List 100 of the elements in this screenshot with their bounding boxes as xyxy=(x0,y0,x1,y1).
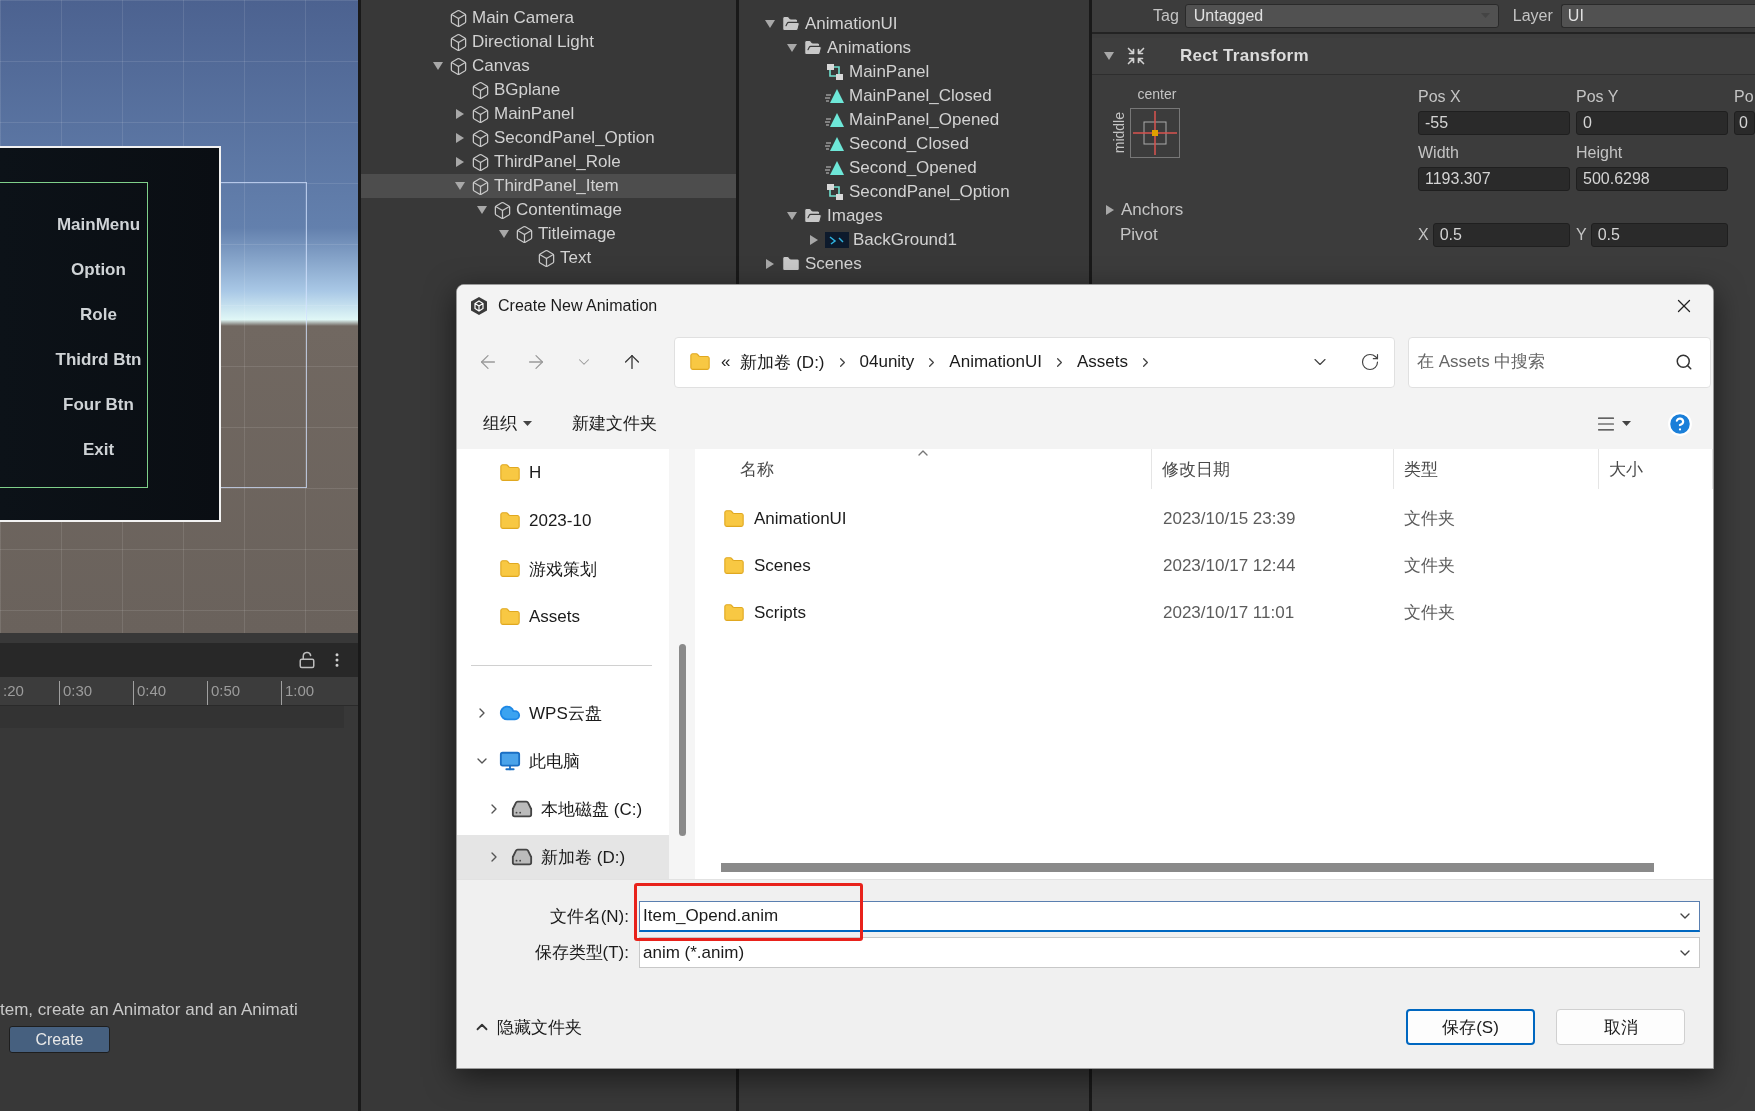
file-type-dropdown[interactable]: anim (*.anim) xyxy=(639,937,1700,968)
column-header[interactable]: 大小 xyxy=(1599,449,1713,489)
foldout-arrow-icon[interactable] xyxy=(455,109,465,119)
foldout-arrow-icon[interactable] xyxy=(455,133,465,143)
foldout-arrow-icon[interactable] xyxy=(787,43,797,53)
create-button[interactable]: Create xyxy=(9,1026,110,1053)
hierarchy-item[interactable]: Contentimage xyxy=(361,198,736,222)
hierarchy-item[interactable]: SecondPanel_Option xyxy=(361,126,736,150)
nav-pane-item[interactable]: 此电脑 xyxy=(457,737,669,785)
foldout-arrow-icon[interactable] xyxy=(765,19,775,29)
foldout-arrow-icon[interactable] xyxy=(499,229,509,239)
breadcrumb[interactable]: AnimationUI xyxy=(949,352,1042,372)
hierarchy-item[interactable]: ThirdPanel_Item xyxy=(361,174,736,198)
path-overflow[interactable]: « xyxy=(721,352,731,372)
foldout-arrow-icon[interactable] xyxy=(809,235,819,245)
column-header[interactable]: 类型 xyxy=(1394,449,1599,489)
hierarchy-item[interactable]: Canvas xyxy=(361,54,736,78)
project-item[interactable]: Second_Opened xyxy=(739,156,1089,180)
axis-label: X xyxy=(1418,226,1429,244)
tag-dropdown[interactable]: Untagged xyxy=(1184,4,1499,28)
time-label: :20 xyxy=(2,681,25,701)
search-field[interactable]: 在 Assets 中搜索 xyxy=(1408,336,1711,388)
project-item[interactable]: Images xyxy=(739,204,1089,228)
project-item[interactable]: MainPanel_Closed xyxy=(739,84,1089,108)
foldout-arrow-icon[interactable] xyxy=(455,157,465,167)
file-row[interactable]: AnimationUI 2023/10/15 23:39 文件夹 xyxy=(695,495,1713,542)
number-field[interactable]: 0 xyxy=(1734,111,1755,135)
nav-pane-item[interactable]: 游戏策划 xyxy=(457,545,669,593)
help-icon[interactable] xyxy=(1667,410,1693,437)
project-item[interactable]: BackGround1 xyxy=(739,228,1089,252)
caret-icon xyxy=(1622,420,1631,427)
breadcrumb[interactable]: 04unity xyxy=(859,352,915,372)
foldout-arrow-icon[interactable] xyxy=(787,211,797,221)
search-icon[interactable] xyxy=(1675,352,1693,371)
layer-dropdown[interactable]: UI xyxy=(1560,4,1755,28)
breadcrumb[interactable]: 新加卷 (D:) xyxy=(740,350,825,374)
nav-pane-item[interactable]: H xyxy=(457,449,669,497)
file-name-field[interactable]: Item_Opend.anim xyxy=(639,901,1700,932)
folder-icon xyxy=(689,351,711,373)
anchor-preset-icon[interactable] xyxy=(1130,108,1180,158)
hierarchy-item[interactable]: MainPanel xyxy=(361,102,736,126)
cancel-button[interactable]: 取消 xyxy=(1556,1009,1685,1045)
time-label: 0:30 xyxy=(59,681,133,705)
file-row[interactable]: Scripts 2023/10/17 11:01 文件夹 xyxy=(695,589,1713,636)
foldout-arrow-icon[interactable] xyxy=(1105,205,1115,215)
refresh-icon[interactable] xyxy=(1360,352,1380,372)
organize-menu[interactable]: 组织 xyxy=(477,408,538,439)
nav-pane-item[interactable]: WPS云盘 xyxy=(457,689,669,737)
column-header[interactable]: 修改日期 xyxy=(1152,449,1394,489)
modified-date: 2023/10/17 11:01 xyxy=(1162,602,1296,623)
project-item[interactable]: Scenes xyxy=(739,252,1089,276)
number-field[interactable]: 1193.307 xyxy=(1418,167,1570,191)
hide-folders-toggle[interactable]: 隐藏文件夹 xyxy=(469,1011,586,1043)
cube-icon xyxy=(449,56,468,76)
number-field[interactable]: 500.6298 xyxy=(1576,167,1728,191)
number-field[interactable]: 0.5 xyxy=(1432,223,1570,247)
hierarchy-item[interactable]: Text xyxy=(361,246,736,270)
project-item[interactable]: AnimationUI xyxy=(739,12,1089,36)
breadcrumb[interactable]: Assets xyxy=(1076,352,1128,372)
scrollbar[interactable] xyxy=(669,449,695,879)
file-name: Scenes xyxy=(695,554,1152,577)
hierarchy-item[interactable]: Main Camera xyxy=(361,6,736,30)
foldout-arrow-icon[interactable] xyxy=(455,181,465,191)
foldout-arrow-icon[interactable] xyxy=(765,259,775,269)
anchor-label: center xyxy=(1137,86,1177,102)
menu-label: Option xyxy=(71,260,126,280)
number-field[interactable]: -55 xyxy=(1418,111,1570,135)
foldout-arrow-icon[interactable] xyxy=(477,205,487,215)
address-bar[interactable]: « 新加卷 (D:) 04unity AnimationUI Assets xyxy=(674,336,1395,388)
foldout-arrow-icon[interactable] xyxy=(433,61,443,71)
anchors-label[interactable]: Anchors xyxy=(1121,200,1184,220)
project-item[interactable]: MainPanel xyxy=(739,60,1089,84)
hierarchy-item[interactable]: BGplane xyxy=(361,78,736,102)
lock-icon[interactable] xyxy=(298,651,316,669)
foldout-arrow-icon[interactable] xyxy=(1104,51,1114,61)
nav-pane-item[interactable]: 本地磁盘 (C:) xyxy=(457,785,669,833)
project-item[interactable]: Second_Closed xyxy=(739,132,1089,156)
nav-pane-item[interactable]: 2023-10 xyxy=(457,497,669,545)
new-folder-button[interactable]: 新建文件夹 xyxy=(566,408,663,439)
number-field[interactable]: 0.5 xyxy=(1590,223,1728,247)
drive-icon xyxy=(511,846,533,868)
animator-controller-icon xyxy=(825,182,845,202)
project-item[interactable]: Animations xyxy=(739,36,1089,60)
nav-pane-item[interactable]: Assets xyxy=(457,593,669,641)
nav-pane-item[interactable]: 新加卷 (D:) xyxy=(457,835,669,879)
folder-icon xyxy=(499,606,521,628)
image-thumbnail-icon xyxy=(825,232,849,248)
number-field[interactable]: 0 xyxy=(1576,111,1728,135)
menu-label: Role xyxy=(80,305,117,325)
file-row[interactable]: Scenes 2023/10/17 12:44 文件夹 xyxy=(695,542,1713,589)
hierarchy-item[interactable]: ThirdPanel_Role xyxy=(361,150,736,174)
modified-date: 2023/10/17 12:44 xyxy=(1162,555,1297,576)
save-button[interactable]: 保存(S) xyxy=(1406,1009,1535,1045)
cube-icon xyxy=(493,200,512,220)
hierarchy-item[interactable]: Titleimage xyxy=(361,222,736,246)
project-item[interactable]: MainPanel_Opened xyxy=(739,108,1089,132)
file-name-label: 文件名(N): xyxy=(548,906,630,928)
column-header[interactable]: 名称 xyxy=(695,449,1152,489)
project-item[interactable]: SecondPanel_Option xyxy=(739,180,1089,204)
hierarchy-item[interactable]: Directional Light xyxy=(361,30,736,54)
